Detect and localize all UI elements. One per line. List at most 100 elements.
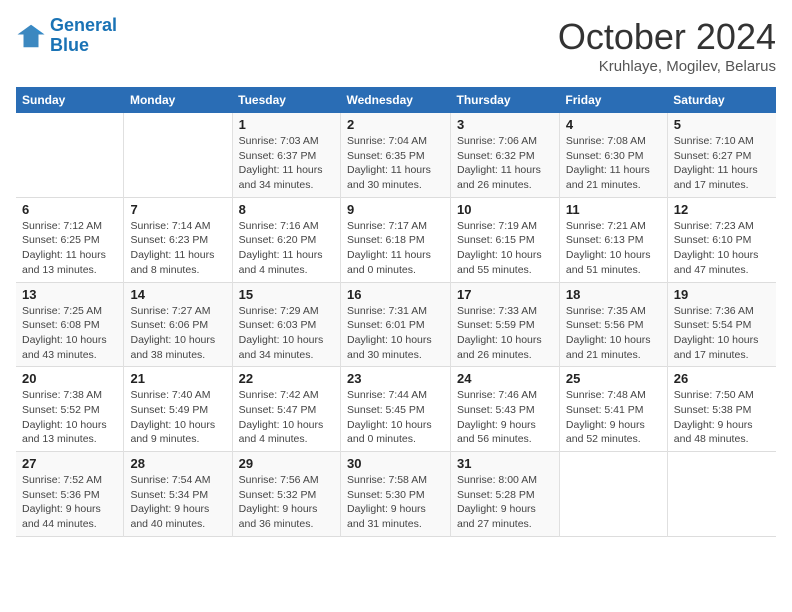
day-number: 23 [347, 371, 444, 386]
day-header-friday: Friday [559, 87, 667, 113]
day-info: Sunrise: 7:08 AM Sunset: 6:30 PM Dayligh… [566, 134, 661, 193]
day-cell: 22Sunrise: 7:42 AM Sunset: 5:47 PM Dayli… [232, 367, 340, 452]
week-row-3: 13 Sunrise: 7:25 AM Sunset: 6:08 PM Dayli… [16, 282, 776, 367]
day-cell: 7Sunrise: 7:14 AM Sunset: 6:23 PM Daylig… [124, 197, 232, 282]
day-cell [124, 113, 232, 197]
day-info: Sunrise: 7:27 AM Sunset: 6:06 PM Dayligh… [130, 304, 225, 363]
day-number: 20 [22, 371, 117, 386]
day-cell: 9 Sunrise: 7:17 AM Sunset: 6:18 PM Daylig… [341, 197, 451, 282]
day-cell: 3Sunrise: 7:06 AM Sunset: 6:32 PM Daylig… [451, 113, 560, 197]
day-number: 11 [566, 202, 661, 217]
day-number: 10 [457, 202, 553, 217]
logo-line2: Blue [50, 35, 89, 55]
day-header-monday: Monday [124, 87, 232, 113]
day-cell: 19 Sunrise: 7:36 AM Sunset: 5:54 PM Dayli… [667, 282, 776, 367]
day-number: 1 [239, 117, 334, 132]
day-cell: 18 Sunrise: 7:35 AM Sunset: 5:56 PM Dayli… [559, 282, 667, 367]
day-header-wednesday: Wednesday [341, 87, 451, 113]
day-number: 14 [130, 287, 225, 302]
day-info: Sunrise: 7:58 AM Sunset: 5:30 PM Dayligh… [347, 473, 444, 532]
day-cell: 11Sunrise: 7:21 AM Sunset: 6:13 PM Dayli… [559, 197, 667, 282]
day-number: 24 [457, 371, 553, 386]
day-info: Sunrise: 7:23 AM Sunset: 6:10 PM Dayligh… [674, 219, 770, 278]
day-cell: 14 Sunrise: 7:27 AM Sunset: 6:06 PM Dayli… [124, 282, 232, 367]
day-info: Sunrise: 7:50 AM Sunset: 5:38 PM Dayligh… [674, 388, 770, 447]
week-row-1: 1Sunrise: 7:03 AM Sunset: 6:37 PM Daylig… [16, 113, 776, 197]
title-block: October 2024 Kruhlaye, Mogilev, Belarus [558, 16, 776, 75]
day-cell: 27Sunrise: 7:52 AM Sunset: 5:36 PM Dayli… [16, 452, 124, 537]
page-header: General Blue October 2024 Kruhlaye, Mogi… [16, 16, 776, 75]
day-info: Sunrise: 7:17 AM Sunset: 6:18 PM Dayligh… [347, 219, 444, 278]
day-cell: 6 Sunrise: 7:12 AM Sunset: 6:25 PM Daylig… [16, 197, 124, 282]
day-info: Sunrise: 7:40 AM Sunset: 5:49 PM Dayligh… [130, 388, 225, 447]
day-cell: 1Sunrise: 7:03 AM Sunset: 6:37 PM Daylig… [232, 113, 340, 197]
day-info: Sunrise: 7:04 AM Sunset: 6:35 PM Dayligh… [347, 134, 444, 193]
day-info: Sunrise: 7:19 AM Sunset: 6:15 PM Dayligh… [457, 219, 553, 278]
day-cell: 17Sunrise: 7:33 AM Sunset: 5:59 PM Dayli… [451, 282, 560, 367]
day-cell: 21Sunrise: 7:40 AM Sunset: 5:49 PM Dayli… [124, 367, 232, 452]
day-number: 5 [674, 117, 770, 132]
day-info: Sunrise: 7:54 AM Sunset: 5:34 PM Dayligh… [130, 473, 225, 532]
day-info: Sunrise: 7:14 AM Sunset: 6:23 PM Dayligh… [130, 219, 225, 278]
day-info: Sunrise: 7:35 AM Sunset: 5:56 PM Dayligh… [566, 304, 661, 363]
day-info: Sunrise: 7:42 AM Sunset: 5:47 PM Dayligh… [239, 388, 334, 447]
day-cell: 23 Sunrise: 7:44 AM Sunset: 5:45 PM Dayli… [341, 367, 451, 452]
day-number: 30 [347, 456, 444, 471]
day-info: Sunrise: 7:06 AM Sunset: 6:32 PM Dayligh… [457, 134, 553, 193]
day-header-thursday: Thursday [451, 87, 560, 113]
day-cell: 29 Sunrise: 7:56 AM Sunset: 5:32 PM Dayli… [232, 452, 340, 537]
day-cell: 5 Sunrise: 7:10 AM Sunset: 6:27 PM Daylig… [667, 113, 776, 197]
day-number: 29 [239, 456, 334, 471]
day-info: Sunrise: 7:16 AM Sunset: 6:20 PM Dayligh… [239, 219, 334, 278]
day-cell: 20Sunrise: 7:38 AM Sunset: 5:52 PM Dayli… [16, 367, 124, 452]
day-number: 15 [239, 287, 334, 302]
day-number: 2 [347, 117, 444, 132]
day-info: Sunrise: 7:33 AM Sunset: 5:59 PM Dayligh… [457, 304, 553, 363]
day-cell: 15 Sunrise: 7:29 AM Sunset: 6:03 PM Dayli… [232, 282, 340, 367]
logo-icon [16, 21, 46, 51]
day-header-sunday: Sunday [16, 87, 124, 113]
day-cell: 26 Sunrise: 7:50 AM Sunset: 5:38 PM Dayli… [667, 367, 776, 452]
day-cell: 16Sunrise: 7:31 AM Sunset: 6:01 PM Dayli… [341, 282, 451, 367]
day-number: 8 [239, 202, 334, 217]
day-number: 12 [674, 202, 770, 217]
day-cell [667, 452, 776, 537]
week-row-4: 20Sunrise: 7:38 AM Sunset: 5:52 PM Dayli… [16, 367, 776, 452]
logo: General Blue [16, 16, 117, 56]
day-number: 28 [130, 456, 225, 471]
day-number: 13 [22, 287, 117, 302]
day-number: 16 [347, 287, 444, 302]
day-number: 18 [566, 287, 661, 302]
day-cell: 30 Sunrise: 7:58 AM Sunset: 5:30 PM Dayli… [341, 452, 451, 537]
day-number: 26 [674, 371, 770, 386]
day-info: Sunrise: 7:10 AM Sunset: 6:27 PM Dayligh… [674, 134, 770, 193]
calendar-table: SundayMondayTuesdayWednesdayThursdayFrid… [16, 87, 776, 537]
day-cell: 13 Sunrise: 7:25 AM Sunset: 6:08 PM Dayli… [16, 282, 124, 367]
day-info: Sunrise: 7:36 AM Sunset: 5:54 PM Dayligh… [674, 304, 770, 363]
day-header-tuesday: Tuesday [232, 87, 340, 113]
day-cell: 8 Sunrise: 7:16 AM Sunset: 6:20 PM Daylig… [232, 197, 340, 282]
day-info: Sunrise: 7:12 AM Sunset: 6:25 PM Dayligh… [22, 219, 117, 278]
week-row-2: 6 Sunrise: 7:12 AM Sunset: 6:25 PM Daylig… [16, 197, 776, 282]
day-info: Sunrise: 7:46 AM Sunset: 5:43 PM Dayligh… [457, 388, 553, 447]
day-number: 19 [674, 287, 770, 302]
day-cell: 24 Sunrise: 7:46 AM Sunset: 5:43 PM Dayli… [451, 367, 560, 452]
days-header-row: SundayMondayTuesdayWednesdayThursdayFrid… [16, 87, 776, 113]
day-info: Sunrise: 7:25 AM Sunset: 6:08 PM Dayligh… [22, 304, 117, 363]
day-header-saturday: Saturday [667, 87, 776, 113]
day-cell: 12 Sunrise: 7:23 AM Sunset: 6:10 PM Dayli… [667, 197, 776, 282]
week-row-5: 27Sunrise: 7:52 AM Sunset: 5:36 PM Dayli… [16, 452, 776, 537]
day-number: 6 [22, 202, 117, 217]
day-cell: 31Sunrise: 8:00 AM Sunset: 5:28 PM Dayli… [451, 452, 560, 537]
logo-text: General Blue [50, 16, 117, 56]
day-info: Sunrise: 7:29 AM Sunset: 6:03 PM Dayligh… [239, 304, 334, 363]
day-info: Sunrise: 7:48 AM Sunset: 5:41 PM Dayligh… [566, 388, 661, 447]
day-number: 27 [22, 456, 117, 471]
day-cell: 28 Sunrise: 7:54 AM Sunset: 5:34 PM Dayli… [124, 452, 232, 537]
day-number: 9 [347, 202, 444, 217]
day-cell: 4Sunrise: 7:08 AM Sunset: 6:30 PM Daylig… [559, 113, 667, 197]
day-info: Sunrise: 7:44 AM Sunset: 5:45 PM Dayligh… [347, 388, 444, 447]
day-cell: 25Sunrise: 7:48 AM Sunset: 5:41 PM Dayli… [559, 367, 667, 452]
day-info: Sunrise: 7:56 AM Sunset: 5:32 PM Dayligh… [239, 473, 334, 532]
day-cell [16, 113, 124, 197]
